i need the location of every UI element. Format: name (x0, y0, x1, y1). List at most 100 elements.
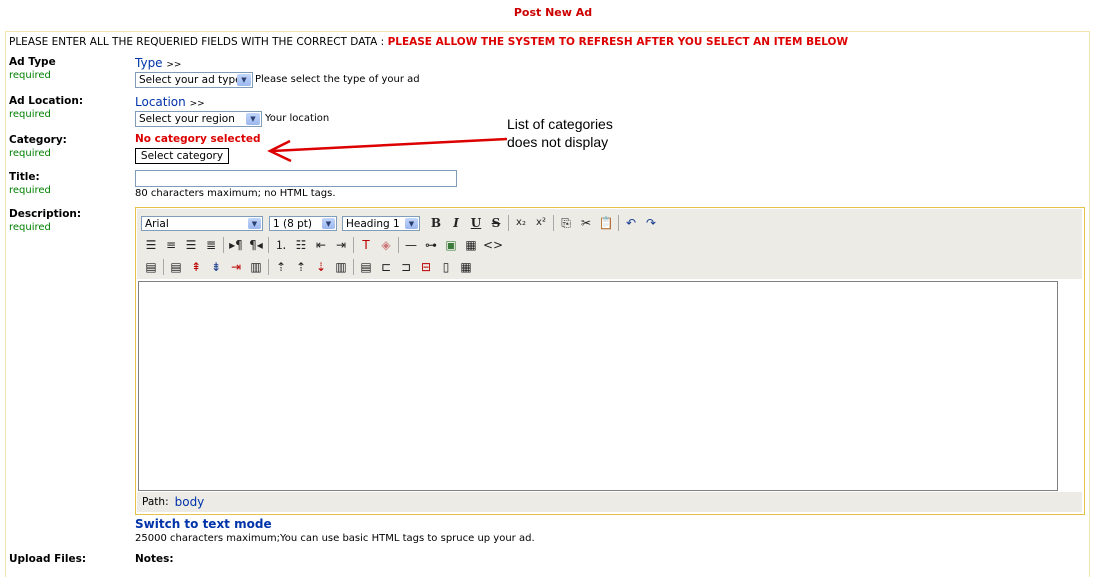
chevron-down-icon[interactable]: ▼ (322, 218, 335, 229)
ad-type-required: required (9, 70, 51, 81)
insert-row-after-icon[interactable]: ⇟ (208, 260, 224, 274)
merge-rows-icon[interactable]: ▥ (248, 260, 264, 274)
ordered-list-icon[interactable]: ⒈ (273, 238, 289, 252)
html-source-icon[interactable]: <> (483, 238, 503, 252)
row-properties-icon[interactable]: ▤ (168, 260, 184, 274)
insert-cell-before-icon[interactable]: ⊏ (378, 260, 394, 274)
toolbar-separator (618, 215, 619, 231)
underline-icon[interactable]: U (468, 216, 484, 230)
justify-icon[interactable]: ≣ (203, 238, 219, 252)
refresh-warning: PLEASE ALLOW THE SYSTEM TO REFRESH AFTER… (387, 36, 849, 48)
paste-icon[interactable]: 📋 (598, 216, 614, 230)
split-cell-icon[interactable]: ▯ (438, 260, 454, 274)
region-select-value: Select your region (139, 113, 235, 125)
image-icon[interactable]: ▣ (443, 238, 459, 252)
toolbar-separator (553, 215, 554, 231)
chevron-down-icon[interactable]: ▼ (237, 74, 251, 86)
cut-icon[interactable]: ✂ (578, 216, 594, 230)
align-center-icon[interactable]: ≡ (163, 238, 179, 252)
insert-row-before-icon[interactable]: ⇞ (188, 260, 204, 274)
location-hint: Your location (265, 113, 330, 124)
strikethrough-icon[interactable]: S (488, 216, 504, 230)
undo-icon[interactable]: ↶ (623, 216, 639, 230)
type-link-text[interactable]: Type (135, 56, 163, 70)
font-select[interactable]: Arial ▼ (141, 216, 263, 231)
cell-properties-icon[interactable]: ▤ (358, 260, 374, 274)
italic-icon[interactable]: I (448, 216, 464, 230)
category-required: required (9, 148, 51, 159)
category-status: No category selected (135, 133, 261, 145)
bold-icon[interactable]: B (428, 216, 444, 230)
location-link[interactable]: Location >> (135, 95, 205, 109)
merge-cols-icon[interactable]: ▥ (333, 260, 349, 274)
annotation-note-line1: List of categories (507, 116, 613, 132)
insert-col-after-icon[interactable]: ⇡ (293, 260, 309, 274)
select-category-button[interactable]: Select category (135, 148, 229, 164)
type-link[interactable]: Type >> (135, 56, 181, 70)
superscript-icon[interactable]: x² (533, 216, 549, 230)
table-properties-icon[interactable]: ▤ (143, 260, 159, 274)
annotation-arrow (267, 137, 508, 163)
font-size-select-value: 1 (8 pt) (273, 217, 313, 230)
switch-text-mode-link[interactable]: Switch to text mode (135, 517, 272, 531)
category-label: Category: (9, 134, 67, 146)
text-color-icon[interactable]: T (358, 238, 374, 252)
type-link-arrows: >> (166, 60, 182, 70)
ad-type-select-value: Select your ad type (139, 74, 242, 86)
path-body-link[interactable]: body (175, 495, 205, 509)
insert-cell-after-icon[interactable]: ⊐ (398, 260, 414, 274)
region-select[interactable]: Select your region ▼ (135, 111, 262, 127)
ad-location-label: Ad Location: (9, 95, 84, 107)
chevron-down-icon[interactable]: ▼ (405, 218, 418, 229)
toolbar-separator (508, 215, 509, 231)
delete-row-icon[interactable]: ⇥ (228, 260, 244, 274)
toolbar-row-1: B I U S x₂ x² ⎘ ✂ 📋 ↶ ↷ (428, 215, 659, 231)
path-label: Path: (142, 496, 169, 508)
location-link-text[interactable]: Location (135, 95, 186, 109)
format-select[interactable]: Heading 1 ▼ (342, 216, 420, 231)
format-select-value: Heading 1 (346, 217, 400, 230)
editor-text-area[interactable] (138, 281, 1058, 491)
ad-type-hint: Please select the type of your ad (255, 74, 420, 85)
ltr-icon[interactable]: ▸¶ (228, 238, 244, 252)
annotation-note-line2: does not display (507, 134, 609, 150)
outdent-icon[interactable]: ⇤ (313, 238, 329, 252)
font-size-select[interactable]: 1 (8 pt) ▼ (269, 216, 337, 231)
chevron-down-icon[interactable]: ▼ (246, 113, 260, 125)
description-hint: 25000 characters maximum;You can use bas… (135, 533, 535, 544)
redo-icon[interactable]: ↷ (643, 216, 659, 230)
toolbar-separator (398, 237, 399, 253)
delete-col-icon[interactable]: ⇣ (313, 260, 329, 274)
insert-col-before-icon[interactable]: ⇡ (273, 260, 289, 274)
title-label: Title: (9, 171, 40, 183)
ad-type-select[interactable]: Select your ad type ▼ (135, 72, 253, 88)
copy-icon[interactable]: ⎘ (558, 216, 574, 230)
description-required: required (9, 222, 51, 233)
delete-cell-icon[interactable]: ⊟ (418, 260, 434, 274)
ad-location-required: required (9, 109, 51, 120)
highlight-icon[interactable]: ◈ (378, 238, 394, 252)
upload-files-label: Upload Files: (9, 553, 87, 565)
link-icon[interactable]: ⊶ (423, 238, 439, 252)
toolbar-row-2: ☰ ≡ ☰ ≣ ▸¶ ¶◂ ⒈ ☷ ⇤ ⇥ T ◈ — ⊶ ▣ ▦ <> (143, 237, 503, 253)
instructions-text: PLEASE ENTER ALL THE REQUERIED FIELDS WI… (9, 36, 388, 48)
horizontal-rule-icon[interactable]: — (403, 238, 419, 252)
description-label: Description: (9, 208, 82, 220)
page-title: Post New Ad (513, 6, 593, 19)
table-icon[interactable]: ▦ (463, 238, 479, 252)
chevron-down-icon[interactable]: ▼ (248, 218, 261, 229)
toolbar-separator (353, 237, 354, 253)
rtl-icon[interactable]: ¶◂ (248, 238, 264, 252)
align-left-icon[interactable]: ☰ (143, 238, 159, 252)
title-hint: 80 characters maximum; no HTML tags. (135, 188, 336, 199)
align-right-icon[interactable]: ☰ (183, 238, 199, 252)
merge-cells-icon[interactable]: ▦ (458, 260, 474, 274)
title-input[interactable] (135, 170, 457, 187)
font-select-value: Arial (145, 217, 169, 230)
toolbar-separator (223, 237, 224, 253)
unordered-list-icon[interactable]: ☷ (293, 238, 309, 252)
toolbar-separator (268, 259, 269, 275)
subscript-icon[interactable]: x₂ (513, 216, 529, 230)
indent-icon[interactable]: ⇥ (333, 238, 349, 252)
title-required: required (9, 185, 51, 196)
